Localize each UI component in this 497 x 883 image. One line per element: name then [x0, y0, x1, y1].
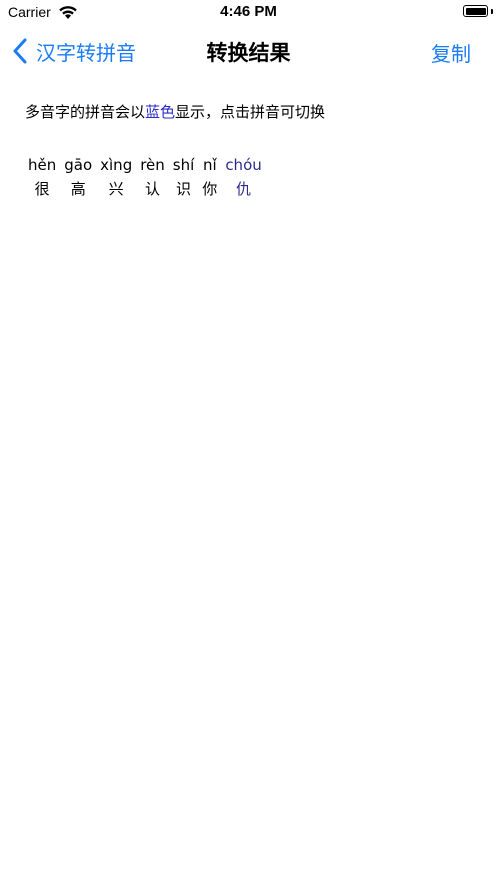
navigation-bar: 汉字转拼音 转换结果 复制 [0, 26, 497, 76]
character-item: gāo 高 [64, 154, 92, 202]
pinyin-label: rèn [140, 156, 165, 174]
hint-highlight: 蓝色 [145, 103, 176, 121]
hanzi-label: 高 [70, 180, 86, 198]
conversion-result: hěn 很 gāo 高 xìng 兴 rèn 认 shí 识 nǐ 你 chóu… [28, 154, 262, 202]
page-title: 转换结果 [206, 41, 291, 65]
hint-text-before: 多音字的拼音会以 [25, 103, 146, 121]
hint-text-after: 显示，点击拼音可切换 [175, 103, 326, 121]
polyphone-character-item[interactable]: chóu 仇 [225, 154, 261, 202]
hanzi-label: 你 [202, 180, 218, 198]
character-item: nǐ 你 [202, 154, 217, 202]
character-item: shí 识 [173, 154, 195, 202]
polyphone-hint: 多音字的拼音会以蓝色显示，点击拼音可切换 [25, 101, 325, 122]
pinyin-label: shí [172, 156, 195, 174]
copy-button[interactable]: 复制 [431, 38, 471, 67]
character-item: hěn 很 [28, 154, 56, 202]
pinyin-label: hěn [28, 156, 57, 174]
pinyin-label[interactable]: chóu [225, 154, 261, 176]
hanzi-label: 仇 [236, 180, 252, 198]
hanzi-label: 认 [145, 180, 161, 198]
hanzi-label: 兴 [108, 180, 124, 198]
clock: 4:46 PM [220, 3, 277, 20]
battery-icon [463, 5, 488, 17]
hanzi-label: 很 [34, 180, 50, 198]
character-item: rèn 认 [140, 154, 165, 202]
pinyin-label: xìng [100, 156, 133, 174]
pinyin-label: nǐ [202, 156, 217, 174]
pinyin-label: gāo [64, 156, 93, 174]
battery-nub [491, 9, 493, 14]
status-bar: Carrier 4:46 PM [0, 0, 497, 26]
hanzi-label: 识 [176, 180, 192, 198]
character-item: xìng 兴 [100, 154, 132, 202]
